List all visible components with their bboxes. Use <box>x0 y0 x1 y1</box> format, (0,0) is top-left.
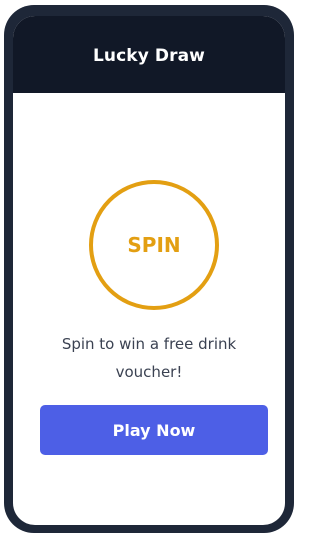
spin-label: SPIN <box>127 233 181 257</box>
page-title: Lucky Draw <box>93 45 205 66</box>
prize-message: Spin to win a free drink voucher! <box>61 335 237 381</box>
app-screen: Lucky Draw SPIN Spin to win a free drink… <box>13 16 285 525</box>
app-header: Lucky Draw <box>13 16 285 93</box>
phone-frame: Lucky Draw SPIN Spin to win a free drink… <box>4 5 294 533</box>
play-now-button[interactable]: Play Now <box>40 405 268 455</box>
spin-wheel[interactable]: SPIN <box>89 180 219 310</box>
